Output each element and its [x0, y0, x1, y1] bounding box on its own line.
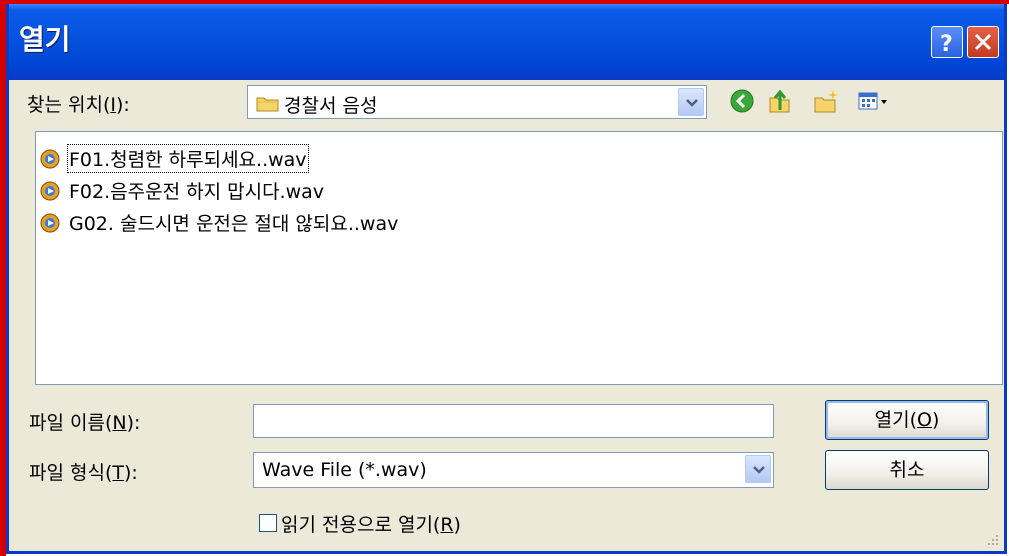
folder-icon	[256, 97, 279, 112]
cancel-button[interactable]: 취소	[825, 450, 989, 490]
readonly-checkbox[interactable]	[259, 514, 277, 532]
close-icon	[974, 33, 992, 51]
file-name: F01.청렴한 하루되세요..wav	[67, 144, 309, 173]
file-list[interactable]: F01.청렴한 하루되세요..wav F02.음주운전 하지 맙시다.wav G…	[35, 131, 1003, 385]
title-bar[interactable]: 열기 ?	[9, 4, 1004, 80]
open-file-dialog: 열기 ? 찾는 위치(I): 경찰서 음성 F01.청렴한 하루되세요..wav…	[6, 4, 1007, 554]
view-menu-icon[interactable]	[857, 88, 891, 114]
wav-file-icon	[40, 149, 60, 169]
filetype-dropdown-button[interactable]	[745, 455, 771, 483]
window-title: 열기	[19, 23, 71, 56]
new-folder-icon[interactable]	[813, 88, 839, 114]
filename-label: 파일 이름(N):	[29, 412, 141, 434]
resize-grip-icon[interactable]	[986, 533, 1000, 547]
lookin-dropdown-button[interactable]	[678, 88, 704, 116]
filetype-label: 파일 형식(T):	[29, 462, 138, 484]
lookin-combo[interactable]: 경찰서 음성	[247, 85, 707, 119]
filename-input[interactable]	[253, 404, 774, 438]
chevron-down-icon	[753, 466, 765, 474]
wav-file-icon	[40, 181, 60, 201]
filetype-value: Wave File (*.wav)	[262, 459, 427, 481]
lookin-value: 경찰서 음성	[284, 95, 378, 117]
up-folder-icon[interactable]	[767, 88, 793, 114]
back-icon[interactable]	[729, 88, 755, 114]
lookin-label: 찾는 위치(I):	[27, 94, 130, 116]
svg-text:?: ?	[940, 32, 953, 57]
filetype-combo[interactable]: Wave File (*.wav)	[253, 452, 774, 488]
close-button[interactable]	[967, 26, 999, 58]
open-button[interactable]: 열기(O)	[825, 400, 989, 440]
readonly-label[interactable]: 읽기 전용으로 열기(R)	[281, 510, 461, 537]
wav-file-icon	[40, 213, 60, 233]
help-button[interactable]: ?	[931, 26, 963, 58]
chevron-down-icon	[686, 99, 698, 107]
help-icon: ?	[940, 32, 953, 57]
file-name: F02.음주운전 하지 맙시다.wav	[69, 181, 325, 203]
file-name: G02. 술드시면 운전은 절대 않되요..wav	[69, 213, 399, 235]
